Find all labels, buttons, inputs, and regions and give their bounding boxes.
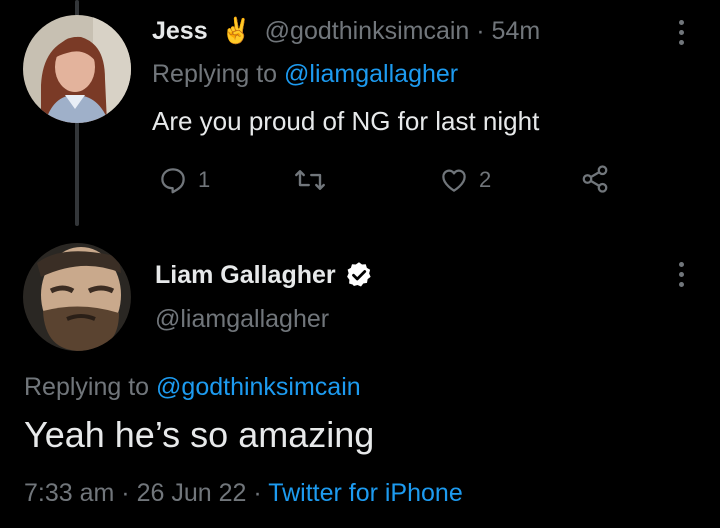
tweet1-more-icon[interactable] — [671, 14, 691, 50]
tweet1-author-name[interactable]: Jess — [152, 17, 208, 45]
tweet2-source[interactable]: Twitter for iPhone — [268, 479, 463, 507]
tweet2-more-icon[interactable] — [671, 256, 691, 292]
jess-avatar[interactable] — [23, 15, 131, 123]
retweet-icon — [295, 170, 325, 190]
share-icon — [582, 165, 608, 193]
tweet2-date[interactable]: 26 Jun 22 — [137, 479, 247, 507]
retweet-button[interactable] — [293, 165, 327, 195]
tweet2-text: Yeah he’s so amazing — [24, 414, 375, 455]
tweet2-author-name[interactable]: Liam Gallagher — [155, 261, 336, 290]
tweet2-meta: 7:33 am · 26 Jun 22 · Twitter for iPhone — [24, 479, 463, 508]
verified-badge-icon — [346, 262, 371, 287]
tweet1-header: Jess ✌️ @godthinksimcain · 54m — [152, 17, 540, 46]
tweet2-replying-to: Replying to @godthinksimcain — [24, 373, 361, 402]
victory-hand-emoji: ✌️ — [220, 17, 252, 45]
tweet1-replying-label: Replying to — [152, 60, 278, 88]
tweet1-replying-handle[interactable]: @liamgallagher — [284, 60, 458, 88]
like-count: 2 — [479, 167, 492, 192]
tweet2-separator-2: · — [253, 479, 262, 507]
liam-avatar[interactable] — [23, 243, 131, 351]
tweet2-time[interactable]: 7:33 am — [24, 479, 114, 507]
tweet1-replying-to: Replying to @liamgallagher — [152, 60, 458, 89]
tweet2-replying-handle[interactable]: @godthinksimcain — [156, 373, 361, 401]
like-button[interactable]: 2 — [439, 165, 491, 195]
tweet1-separator: · — [476, 17, 485, 45]
reply-button[interactable]: 1 — [158, 165, 210, 195]
tweet2-author-row: Liam Gallagher — [155, 260, 374, 290]
tweet1-author-handle[interactable]: @godthinksimcain — [265, 17, 470, 45]
heart-icon — [442, 169, 466, 192]
share-button[interactable] — [580, 163, 610, 195]
tweet2-separator: · — [121, 479, 130, 507]
tweet1-text: Are you proud of NG for last night — [152, 106, 540, 136]
reply-icon — [161, 168, 185, 194]
tweet1-timestamp[interactable]: 54m — [492, 17, 541, 45]
reply-count: 1 — [198, 167, 211, 192]
tweet2-author-handle[interactable]: @liamgallagher — [155, 305, 329, 334]
tweet2-replying-label: Replying to — [24, 373, 150, 401]
